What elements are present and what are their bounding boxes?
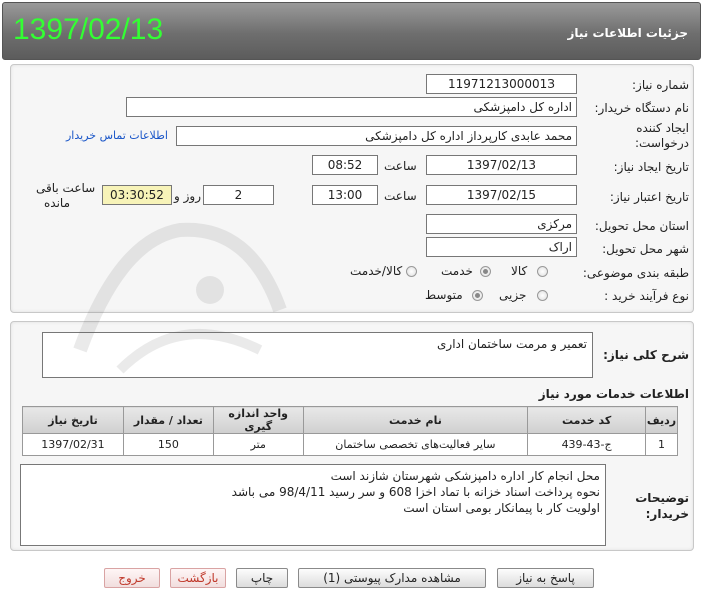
notes-label-1: توضیحات	[635, 491, 689, 505]
table-row: 1 ج-43-439 سایر فعالیت‌های تخصصی ساختمان…	[22, 433, 678, 456]
table-header-row: ردیف کد خدمت نام خدمت واحد اندازه گیری ت…	[22, 406, 678, 434]
title-bar: 1397/02/13 جزئیات اطلاعات نیاز	[2, 2, 701, 60]
notes-label-2: خریدار:	[645, 507, 689, 521]
category-option-goods-service: کالا/خدمت	[350, 264, 403, 278]
province-field: مرکزی	[426, 214, 577, 234]
creator-label-2: درخواست:	[635, 136, 689, 150]
notes-line-1: محل انجام کار اداره دامپزشکی شهرستان شاز…	[330, 469, 600, 483]
services-table: ردیف کد خدمت نام خدمت واحد اندازه گیری ت…	[22, 406, 678, 456]
process-option-medium: متوسط	[425, 288, 463, 302]
process-option-minor: جزیی	[499, 288, 527, 302]
created-date-field: 1397/02/13	[426, 155, 577, 175]
process-radio-minor[interactable]	[537, 290, 548, 301]
process-label: نوع فرآیند خرید :	[604, 289, 689, 303]
notes-field: محل انجام کار اداره دامپزشکی شهرستان شاز…	[20, 464, 606, 546]
page-title: جزئیات اطلاعات نیاز	[567, 26, 688, 40]
category-option-service: خدمت	[441, 264, 473, 278]
col-date: تاریخ نیاز	[22, 406, 124, 434]
city-field: اراک	[426, 237, 577, 257]
category-radio-goods-service[interactable]	[406, 266, 417, 277]
category-radio-goods[interactable]	[537, 266, 548, 277]
cell-date: 1397/02/31	[22, 433, 124, 456]
col-unit: واحد اندازه گیری	[212, 406, 304, 434]
valid-time-field: 13:00	[312, 185, 378, 205]
services-title: اطلاعات خدمات مورد نیاز	[538, 387, 689, 401]
notes-line-2: نحوه پرداخت اسناد خزانه با تماد اخزا 608…	[231, 485, 600, 499]
col-code: کد خدمت	[527, 406, 647, 434]
reply-button[interactable]: پاسخ به نیاز	[497, 568, 594, 588]
creator-label-1: ایجاد کننده	[636, 121, 689, 135]
col-row: ردیف	[645, 406, 678, 434]
summary-label: شرح کلی نیاز:	[603, 348, 689, 362]
col-name: نام خدمت	[302, 406, 529, 434]
need-number-label: شماره نیاز:	[632, 78, 689, 92]
need-number-field: 1197121300001З	[426, 74, 577, 94]
exit-button[interactable]: خروج	[104, 568, 160, 588]
remaining-label-1: ساعت باقی	[36, 181, 96, 195]
valid-time-label: ساعت	[384, 189, 417, 203]
process-radio-medium[interactable]	[472, 290, 483, 301]
notes-line-3: اولویت کار با پیمانکار بومی استان است	[403, 501, 600, 515]
cell-qty: 150	[122, 433, 214, 456]
city-label: شهر محل تحویل:	[602, 242, 689, 256]
created-date-label: تاریخ ایجاد نیاز:	[613, 160, 689, 174]
header-date: 1397/02/13	[13, 13, 164, 46]
valid-date-label: تاریخ اعتبار نیاز:	[609, 190, 689, 204]
cell-code: ج-43-439	[527, 433, 647, 456]
summary-field: تعمیر و مرمت ساختمان اداری	[42, 332, 593, 378]
category-label: طبقه بندی موضوعی:	[582, 266, 689, 280]
back-button[interactable]: بازگشت	[170, 568, 226, 588]
buyer-field: اداره کل دامپزشکی	[126, 97, 577, 117]
buyer-contact-link[interactable]: اطلاعات تماس خریدار	[66, 129, 168, 142]
valid-date-field: 1397/02/15	[426, 185, 577, 205]
buyer-label: نام دستگاه خریدار:	[594, 101, 690, 115]
attachments-button[interactable]: مشاهده مدارک پیوستی (1)	[298, 568, 486, 588]
cell-row: 1	[645, 433, 678, 456]
print-button[interactable]: چاپ	[236, 568, 288, 588]
cell-name: سایر فعالیت‌های تخصصی ساختمان	[302, 433, 529, 456]
cell-unit: متر	[212, 433, 304, 456]
col-qty: تعداد / مقدار	[122, 406, 214, 434]
created-time-field: 08:52	[312, 155, 378, 175]
creator-field: محمد عابدی کارپرداز اداره کل دامپزشکی	[176, 126, 577, 146]
province-label: استان محل تحویل:	[594, 219, 689, 233]
category-option-goods: کالا	[511, 264, 528, 278]
category-radio-service[interactable]	[480, 266, 491, 277]
days-field: 2	[203, 185, 274, 205]
days-label: روز و	[174, 189, 201, 203]
created-time-label: ساعت	[384, 159, 417, 173]
remaining-label-2: مانده	[44, 196, 71, 210]
remaining-time-field: 03:30:52	[102, 185, 172, 205]
